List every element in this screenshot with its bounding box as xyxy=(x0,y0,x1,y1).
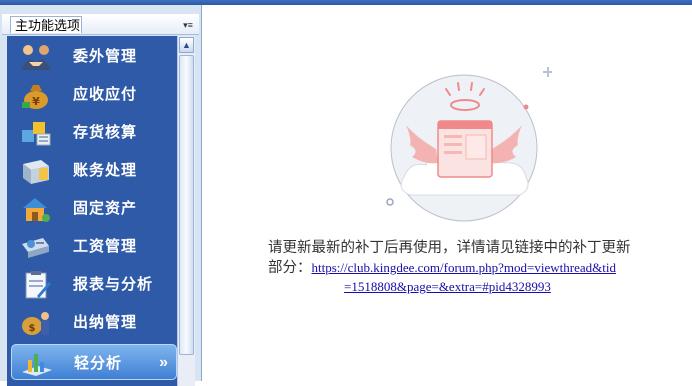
nav-item-label: 报表与分析 xyxy=(73,276,154,293)
light-analysis-chart-icon xyxy=(22,354,52,376)
report-clipboard-icon xyxy=(25,271,51,299)
patch-update-message: 请更新最新的补丁后再使用，详情请见链接中的补丁更新 部分：https://clu… xyxy=(268,238,678,278)
money-bag-icon: ¥ xyxy=(22,85,48,109)
nav-item-payroll[interactable]: 工资管理 xyxy=(7,228,177,266)
message-line-1: 请更新最新的补丁后再使用，详情请见链接中的补丁更新 xyxy=(268,240,631,256)
message-line-2: 部分：https://club.kingdee.com/forum.php?mo… xyxy=(268,258,678,278)
svg-text:¥: ¥ xyxy=(32,95,40,108)
nav-item-inventory-accounting[interactable]: 存货核算 xyxy=(7,114,177,152)
nav-item-label: 轻分析 xyxy=(74,355,123,372)
patch-forum-link-continuation[interactable]: =1518808&page=&extra=#pid4328993 xyxy=(344,279,551,295)
nav-scrollbar[interactable]: ▲ xyxy=(177,36,195,386)
nav-item-reports[interactable]: 报表与分析 xyxy=(7,266,177,304)
scroll-thumb[interactable] xyxy=(179,55,194,355)
nav-item-label: 存货核算 xyxy=(73,124,138,141)
nav-item-label: 应收应付 xyxy=(73,86,138,103)
panel-header: 主功能选项 ▾≡ xyxy=(2,14,199,35)
nav-item-light-analysis[interactable]: 轻分析 » xyxy=(11,344,177,380)
inventory-boxes-icon xyxy=(22,122,51,146)
nav-item-accounting[interactable]: 账务处理 xyxy=(7,152,177,190)
salary-card-icon xyxy=(22,238,49,258)
nav-item-fixed-assets[interactable]: 固定资产 xyxy=(7,190,177,228)
panel-tab-main-functions[interactable]: 主功能选项 xyxy=(10,16,82,33)
house-asset-icon xyxy=(23,198,50,222)
update-required-illustration-icon xyxy=(386,67,552,222)
function-nav-list: 委外管理 ¥ 应收应付 存货核算 账务处理 固定资产 工资管理 报表与分析 $ … xyxy=(7,36,177,386)
outsourcing-handshake-icon xyxy=(21,45,51,70)
nav-item-label: 账务处理 xyxy=(73,162,138,179)
nav-item-outsourcing[interactable]: 委外管理 xyxy=(7,38,177,76)
nav-item-label: 工资管理 xyxy=(73,238,138,255)
nav-item-label: 出纳管理 xyxy=(73,314,138,331)
nav-item-label: 固定资产 xyxy=(73,200,138,217)
main-function-panel: 主功能选项 ▾≡ 委外管理 ¥ 应收应付 存货核算 账务处理 固定资产 工资管理… xyxy=(0,5,202,386)
ledger-book-icon xyxy=(23,160,49,184)
nav-item-receivables-payables[interactable]: ¥ 应收应付 xyxy=(7,76,177,114)
main-content-area xyxy=(202,5,692,381)
svg-text:$: $ xyxy=(29,323,36,334)
nav-item-label: 委外管理 xyxy=(73,48,138,65)
scroll-up-button[interactable]: ▲ xyxy=(179,37,194,53)
message-prefix: 部分： xyxy=(268,260,312,276)
cashier-person-icon: $ xyxy=(22,312,49,335)
nav-item-cashier[interactable]: $ 出纳管理 xyxy=(7,304,177,342)
patch-forum-link[interactable]: https://club.kingdee.com/forum.php?mod=v… xyxy=(312,260,616,275)
panel-menu-button[interactable]: ▾≡ xyxy=(180,18,196,32)
double-chevron-right-icon: » xyxy=(159,354,168,371)
